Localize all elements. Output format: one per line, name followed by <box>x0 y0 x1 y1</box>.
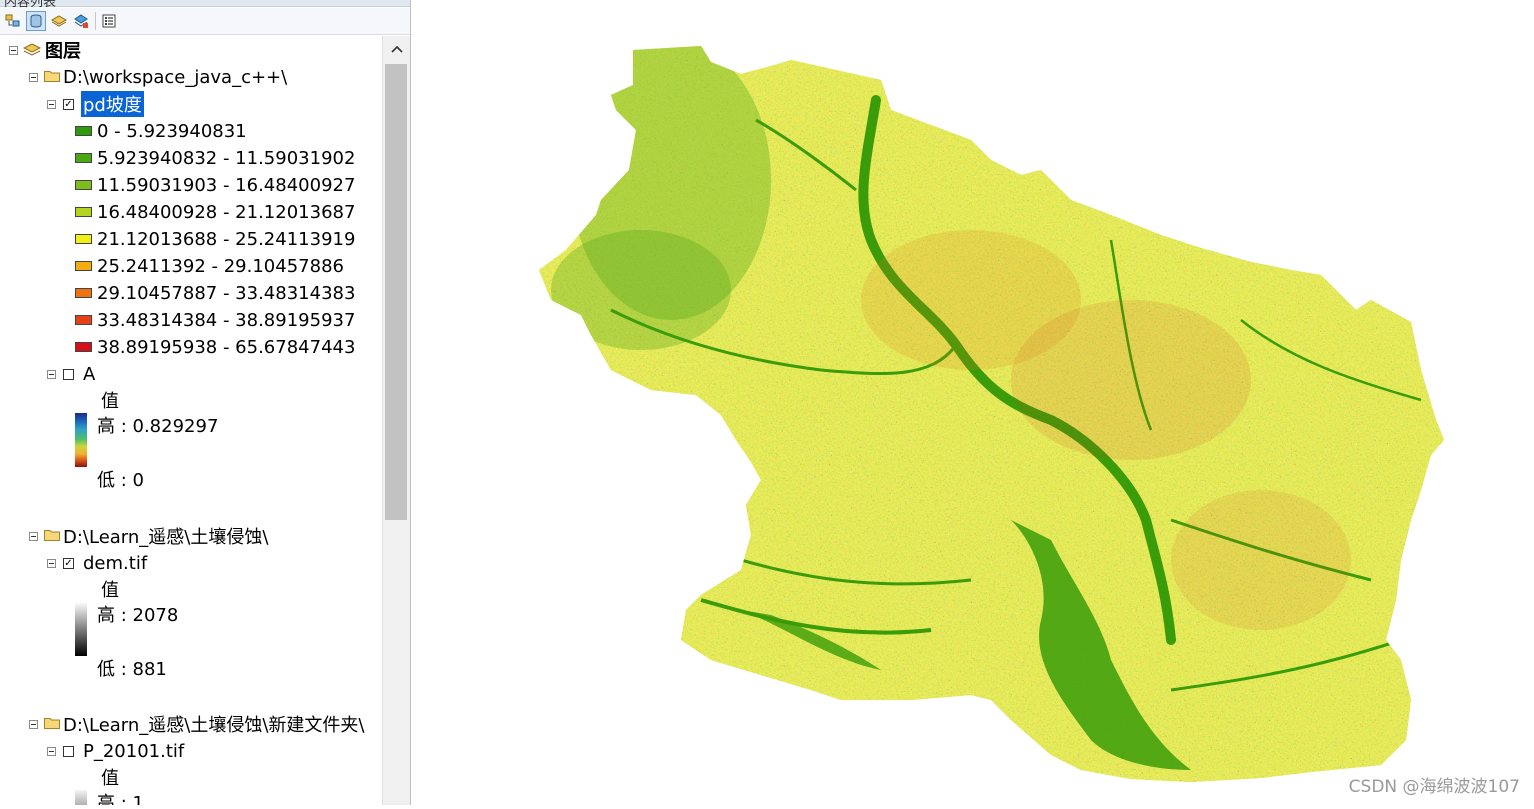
low-value-a: 低 : 0 <box>97 470 144 491</box>
watermark: CSDN @海绵波波107 <box>1348 777 1520 797</box>
layer-visibility-checkbox[interactable] <box>63 369 74 380</box>
chevron-up-icon <box>390 45 403 53</box>
grayscale-ramp-dem <box>75 602 87 656</box>
collapse-group-toggle[interactable] <box>29 720 38 729</box>
folder-icon <box>44 530 60 541</box>
collapse-layer-toggle[interactable] <box>47 559 56 568</box>
drawing-order-icon <box>5 14 20 27</box>
scroll-up-button[interactable] <box>383 36 410 62</box>
class-range-label: 16.48400928 - 21.12013687 <box>97 201 356 223</box>
class-color-swatch[interactable] <box>75 342 92 352</box>
grayscale-ramp-p <box>75 790 87 805</box>
raster-region <box>539 46 1444 782</box>
table-of-contents-panel: 内容列表 图层 D:\workspace_java_c++\ ✓ pd坡度 0 … <box>0 0 411 805</box>
class-range-label: 33.48314384 - 38.89195937 <box>97 309 356 331</box>
slope-raster-map[interactable] <box>411 0 1534 805</box>
class-color-swatch[interactable] <box>75 180 92 190</box>
scrollbar-thumb[interactable] <box>385 64 407 520</box>
low-value-dem: 低 : 881 <box>97 659 167 680</box>
layer-name-pd[interactable]: pd坡度 <box>81 91 144 117</box>
high-value-dem: 高 : 2078 <box>97 605 179 626</box>
value-heading: 值 <box>101 391 119 412</box>
high-value-a: 高 : 0.829297 <box>97 416 219 437</box>
toc-toolbar <box>0 8 410 35</box>
options-button[interactable] <box>99 11 119 31</box>
class-color-swatch[interactable] <box>75 153 92 163</box>
folder-icon <box>44 71 60 82</box>
class-range-label: 38.89195938 - 65.67847443 <box>97 336 356 358</box>
collapse-group-toggle[interactable] <box>29 532 38 541</box>
collapse-group-toggle[interactable] <box>29 73 38 82</box>
layers-icon <box>51 15 67 27</box>
list-by-selection-button[interactable] <box>71 11 91 31</box>
class-color-swatch[interactable] <box>75 126 92 136</box>
options-list-icon <box>102 14 116 28</box>
root-label[interactable]: 图层 <box>45 38 81 62</box>
database-icon <box>30 14 42 28</box>
collapse-layer-toggle[interactable] <box>47 370 56 379</box>
list-by-visibility-button[interactable] <box>49 11 69 31</box>
group-path[interactable]: D:\Learn_遥感\土壤侵蚀\新建文件夹\ <box>63 712 365 736</box>
collapse-layer-toggle[interactable] <box>47 100 56 109</box>
layer-visibility-checkbox[interactable]: ✓ <box>63 99 74 110</box>
layer-name-dem[interactable]: dem.tif <box>83 551 147 575</box>
list-by-drawing-order-button[interactable] <box>3 11 23 31</box>
value-heading: 值 <box>101 768 119 789</box>
selection-layers-icon <box>74 14 88 28</box>
toolbar-separator <box>95 12 96 30</box>
class-range-label: 25.2411392 - 29.10457886 <box>97 255 344 277</box>
class-color-swatch[interactable] <box>75 234 92 244</box>
layer-visibility-checkbox[interactable]: ✓ <box>63 558 74 569</box>
class-range-label: 29.10457887 - 33.48314383 <box>97 282 356 304</box>
color-ramp-a <box>75 413 87 467</box>
layer-tree: 图层 D:\workspace_java_c++\ ✓ pd坡度 0 - 5.9… <box>0 36 382 805</box>
class-color-swatch[interactable] <box>75 315 92 325</box>
map-view[interactable]: CSDN @海绵波波107 <box>411 0 1534 805</box>
layer-name-a[interactable]: A <box>83 362 95 386</box>
class-range-label: 11.59031903 - 16.48400927 <box>97 174 356 196</box>
class-range-label: 0 - 5.923940831 <box>97 120 247 142</box>
collapse-layer-toggle[interactable] <box>47 747 56 756</box>
collapse-root-toggle[interactable] <box>9 46 18 55</box>
vertical-scrollbar[interactable] <box>382 36 410 805</box>
class-range-label: 21.12013688 - 25.24113919 <box>97 228 356 250</box>
group-path[interactable]: D:\Learn_遥感\土壤侵蚀\ <box>63 524 268 548</box>
layers-icon <box>23 43 41 56</box>
list-by-source-button[interactable] <box>26 11 46 31</box>
value-heading: 值 <box>101 580 119 601</box>
selected-layer-label[interactable]: pd坡度 <box>81 91 144 117</box>
class-color-swatch[interactable] <box>75 261 92 271</box>
panel-title-bar: 内容列表 <box>0 0 410 10</box>
class-range-label: 5.923940832 - 11.59031902 <box>97 147 356 169</box>
high-value-p: 高 : 1 <box>97 793 144 805</box>
class-color-swatch[interactable] <box>75 207 92 217</box>
folder-icon <box>44 718 60 729</box>
layer-name-p20101[interactable]: P_20101.tif <box>83 739 184 763</box>
group-path[interactable]: D:\workspace_java_c++\ <box>63 65 287 89</box>
layer-visibility-checkbox[interactable] <box>63 746 74 757</box>
class-color-swatch[interactable] <box>75 288 92 298</box>
